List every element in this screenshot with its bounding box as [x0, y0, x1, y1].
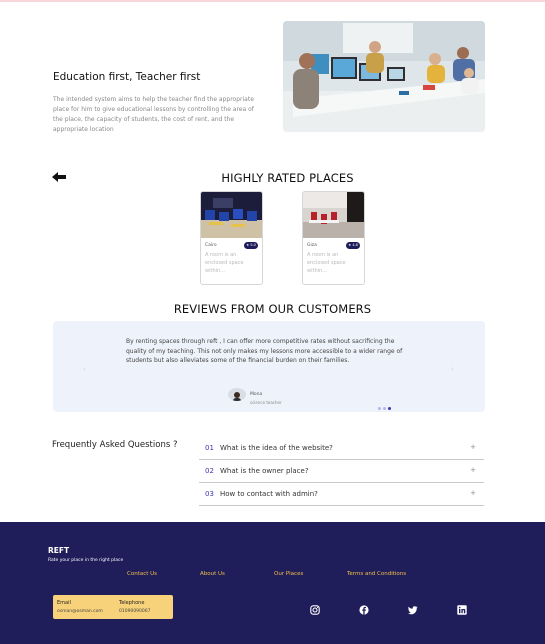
- faq-item[interactable]: 01 What is the idea of the website? +: [199, 437, 484, 460]
- phone-label: Telephone: [119, 600, 145, 606]
- instagram-icon[interactable]: [310, 605, 320, 615]
- footer-link-places[interactable]: Our Places: [274, 571, 303, 577]
- footer-tagline: Rate your place in the right place: [48, 558, 124, 563]
- reviewer-role: science teacher: [250, 400, 282, 405]
- hero-classroom-photo: [283, 21, 485, 132]
- carousel-prev-arrow[interactable]: ‹: [83, 365, 86, 373]
- place-description: A room is an enclosed space within...: [205, 252, 244, 274]
- place-card[interactable]: Cairo ★ 5.0 A room is an enclosed space …: [200, 191, 263, 285]
- footer-link-terms[interactable]: Terms and Conditions: [347, 571, 406, 577]
- faq-question: What is the idea of the website?: [220, 444, 333, 452]
- carousel-dots: [378, 407, 391, 410]
- phone-value[interactable]: 01090090067: [119, 609, 151, 614]
- faq-number: 03: [205, 490, 214, 498]
- footer-link-contact[interactable]: Contact Us: [127, 571, 157, 577]
- faq-number: 02: [205, 467, 214, 475]
- place-city: Cairo: [205, 243, 217, 248]
- hero-description: The intended system aims to help the tea…: [53, 96, 254, 133]
- faq-question: How to contact with admin?: [220, 490, 318, 498]
- hero-title: Education first, Teacher first: [53, 71, 201, 83]
- place-description: A room is an enclosed space within...: [307, 252, 346, 274]
- faq-number: 01: [205, 444, 214, 452]
- faq-heading: Frequently Asked Questions ?: [52, 440, 178, 450]
- contact-info-box: Email osman@osman.com Telephone 01090090…: [53, 595, 173, 619]
- email-label: Email: [57, 600, 71, 606]
- linkedin-icon[interactable]: [457, 605, 467, 615]
- carousel-next-arrow[interactable]: ›: [451, 365, 454, 373]
- twitter-icon[interactable]: [408, 605, 418, 615]
- avatar: [228, 388, 246, 401]
- footer: REFT Rate your place in the right place …: [0, 522, 545, 644]
- faq-item[interactable]: 02 What is the owner place? +: [199, 460, 484, 483]
- facebook-icon[interactable]: [359, 605, 369, 615]
- review-carousel: ‹ By renting spaces through reft , I can…: [53, 321, 485, 412]
- top-border: [0, 0, 545, 2]
- place-city: Giza: [307, 243, 317, 248]
- expand-plus-icon[interactable]: +: [470, 466, 476, 474]
- faq-item[interactable]: 03 How to contact with admin? +: [199, 483, 484, 506]
- highly-rated-title: HIGHLY RATED PLACES: [221, 171, 354, 185]
- place-photo: [303, 192, 364, 238]
- place-card[interactable]: Giza ★ 4.8 A room is an enclosed space w…: [302, 191, 365, 285]
- carousel-dot[interactable]: [378, 407, 381, 410]
- expand-plus-icon[interactable]: +: [470, 443, 476, 451]
- faq-question: What is the owner place?: [220, 467, 309, 475]
- email-value[interactable]: osman@osman.com: [57, 609, 103, 614]
- place-photo: [201, 192, 262, 238]
- footer-link-about[interactable]: About Us: [200, 571, 225, 577]
- rating-badge: ★ 5.0: [244, 242, 258, 249]
- reviews-title: REVIEWS FROM OUR CUSTOMERS: [173, 302, 372, 316]
- carousel-dot[interactable]: [383, 407, 386, 410]
- rating-badge: ★ 4.8: [346, 242, 360, 249]
- review-text: By renting spaces through reft , I can o…: [126, 338, 403, 364]
- expand-plus-icon[interactable]: +: [470, 489, 476, 497]
- reviewer-name: Mona: [250, 392, 263, 397]
- carousel-dot-active[interactable]: [388, 407, 391, 410]
- footer-brand: REFT: [48, 546, 70, 555]
